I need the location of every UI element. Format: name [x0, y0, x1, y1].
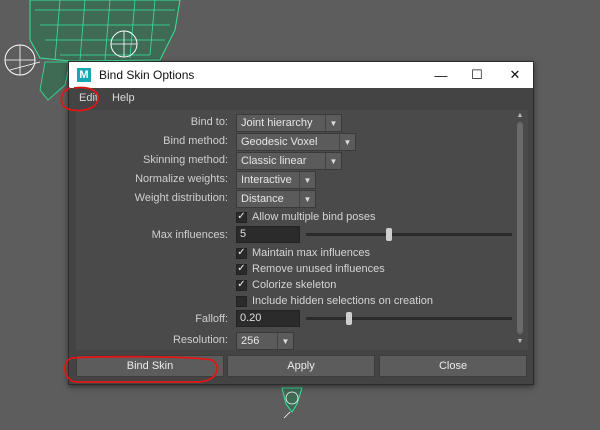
maximize-button[interactable]: ☐	[459, 62, 495, 88]
skinning-method-label: Skinning method:	[143, 154, 228, 166]
falloff-slider-handle[interactable]	[346, 312, 352, 325]
checkbox-box[interactable]: ✓	[236, 247, 247, 259]
weight-distribution-row: Weight distribution: Distance ▼	[76, 190, 516, 208]
chevron-down-icon: ▼	[277, 333, 293, 349]
checkbox-box[interactable]: ✓	[236, 263, 247, 275]
maya-app-icon: M	[77, 68, 91, 82]
menu-bar: Edit Help	[69, 88, 533, 108]
checkbox-box[interactable]: ✓	[236, 279, 247, 291]
maintain-max-influences-checkbox[interactable]: ✓ Maintain max influences	[236, 245, 370, 261]
check-icon: ✓	[237, 279, 246, 290]
maintain-max-influences-label: Maintain max influences	[252, 247, 371, 259]
falloff-row: Falloff: 0.20	[76, 310, 516, 328]
chevron-down-icon: ▼	[299, 191, 315, 207]
skinning-method-value: Classic linear	[241, 155, 307, 167]
weight-distribution-dropdown[interactable]: Distance ▼	[236, 190, 316, 208]
include-hidden-selections-checkbox[interactable]: Include hidden selections on creation	[236, 293, 433, 309]
chevron-down-icon: ▼	[325, 115, 341, 131]
check-icon: ✓	[237, 247, 246, 258]
bind-method-dropdown[interactable]: Geodesic Voxel ▼	[236, 133, 356, 151]
falloff-label: Falloff:	[195, 313, 228, 325]
normalize-weights-dropdown[interactable]: Interactive ▼	[236, 171, 316, 189]
normalize-weights-row: Normalize weights: Interactive ▼	[76, 171, 516, 189]
menu-edit[interactable]: Edit	[79, 92, 98, 104]
dialog-title: Bind Skin Options	[99, 68, 195, 82]
bind-method-label: Bind method:	[163, 135, 228, 147]
bind-method-value: Geodesic Voxel	[241, 136, 318, 148]
minimize-button[interactable]: —	[423, 62, 459, 88]
scroll-down-arrow-icon[interactable]: ▼	[516, 338, 524, 346]
normalize-weights-label: Normalize weights:	[135, 173, 228, 185]
max-influences-row: Max influences: 5	[76, 226, 516, 244]
skinning-method-row: Skinning method: Classic linear ▼	[76, 152, 516, 170]
resolution-label: Resolution:	[172, 334, 228, 346]
check-icon: ✓	[237, 211, 246, 222]
allow-multiple-bind-poses-checkbox[interactable]: ✓ Allow multiple bind poses	[236, 209, 376, 225]
menu-help[interactable]: Help	[112, 92, 135, 104]
falloff-slider[interactable]	[306, 312, 512, 325]
skinning-method-dropdown[interactable]: Classic linear ▼	[236, 152, 342, 170]
scroll-up-arrow-icon[interactable]: ▲	[516, 112, 524, 120]
options-scrollbar[interactable]: ▲ ▼	[516, 112, 524, 348]
resolution-value: 256	[241, 335, 260, 347]
dialog-button-bar: Bind Skin Apply Close	[69, 355, 533, 379]
resolution-dropdown[interactable]: 256 ▼	[236, 332, 294, 350]
bind-skin-options-dialog: M Bind Skin Options — ☐ ✕ Edit Help Bind…	[68, 61, 534, 385]
falloff-field[interactable]: 0.20	[236, 310, 300, 327]
max-influences-slider-handle[interactable]	[386, 228, 392, 241]
weight-distribution-value: Distance	[241, 193, 284, 205]
max-influences-slider[interactable]	[306, 228, 512, 241]
apply-button[interactable]: Apply	[227, 355, 375, 377]
remove-unused-influences-label: Remove unused influences	[252, 263, 385, 275]
bind-method-row: Bind method: Geodesic Voxel ▼	[76, 133, 516, 151]
bind-to-label: Bind to:	[190, 116, 228, 128]
close-button[interactable]: Close	[379, 355, 527, 377]
minimize-icon: —	[434, 67, 448, 83]
colorize-skeleton-checkbox[interactable]: ✓ Colorize skeleton	[236, 277, 336, 293]
bind-to-dropdown[interactable]: Joint hierarchy ▼	[236, 114, 342, 132]
window-close-button[interactable]: ✕	[497, 62, 533, 88]
maximize-icon: ☐	[471, 67, 483, 82]
remove-unused-influences-checkbox[interactable]: ✓ Remove unused influences	[236, 261, 385, 277]
weight-distribution-label: Weight distribution:	[134, 192, 228, 204]
close-icon: ✕	[509, 67, 521, 82]
bind-to-row: Bind to: Joint hierarchy ▼	[76, 114, 516, 132]
chevron-down-icon: ▼	[299, 172, 315, 188]
dialog-titlebar[interactable]: M Bind Skin Options — ☐ ✕	[69, 62, 533, 88]
options-panel: Bind to: Joint hierarchy ▼ Bind method: …	[76, 110, 528, 350]
allow-multiple-bind-poses-label: Allow multiple bind poses	[252, 211, 376, 223]
check-icon: ✓	[237, 263, 246, 274]
bind-skin-button[interactable]: Bind Skin	[76, 355, 224, 377]
resolution-row: Resolution: 256 ▼	[76, 332, 516, 350]
max-influences-field[interactable]: 5	[236, 226, 300, 243]
bind-to-value: Joint hierarchy	[241, 117, 313, 129]
include-hidden-selections-label: Include hidden selections on creation	[252, 295, 434, 307]
colorize-skeleton-label: Colorize skeleton	[252, 279, 337, 291]
checkbox-box[interactable]: ✓	[236, 211, 247, 223]
chevron-down-icon: ▼	[339, 134, 355, 150]
scrollbar-thumb[interactable]	[517, 122, 523, 334]
chevron-down-icon: ▼	[325, 153, 341, 169]
normalize-weights-value: Interactive	[241, 174, 292, 186]
checkbox-box[interactable]	[236, 295, 247, 307]
max-influences-label: Max influences:	[151, 229, 228, 241]
